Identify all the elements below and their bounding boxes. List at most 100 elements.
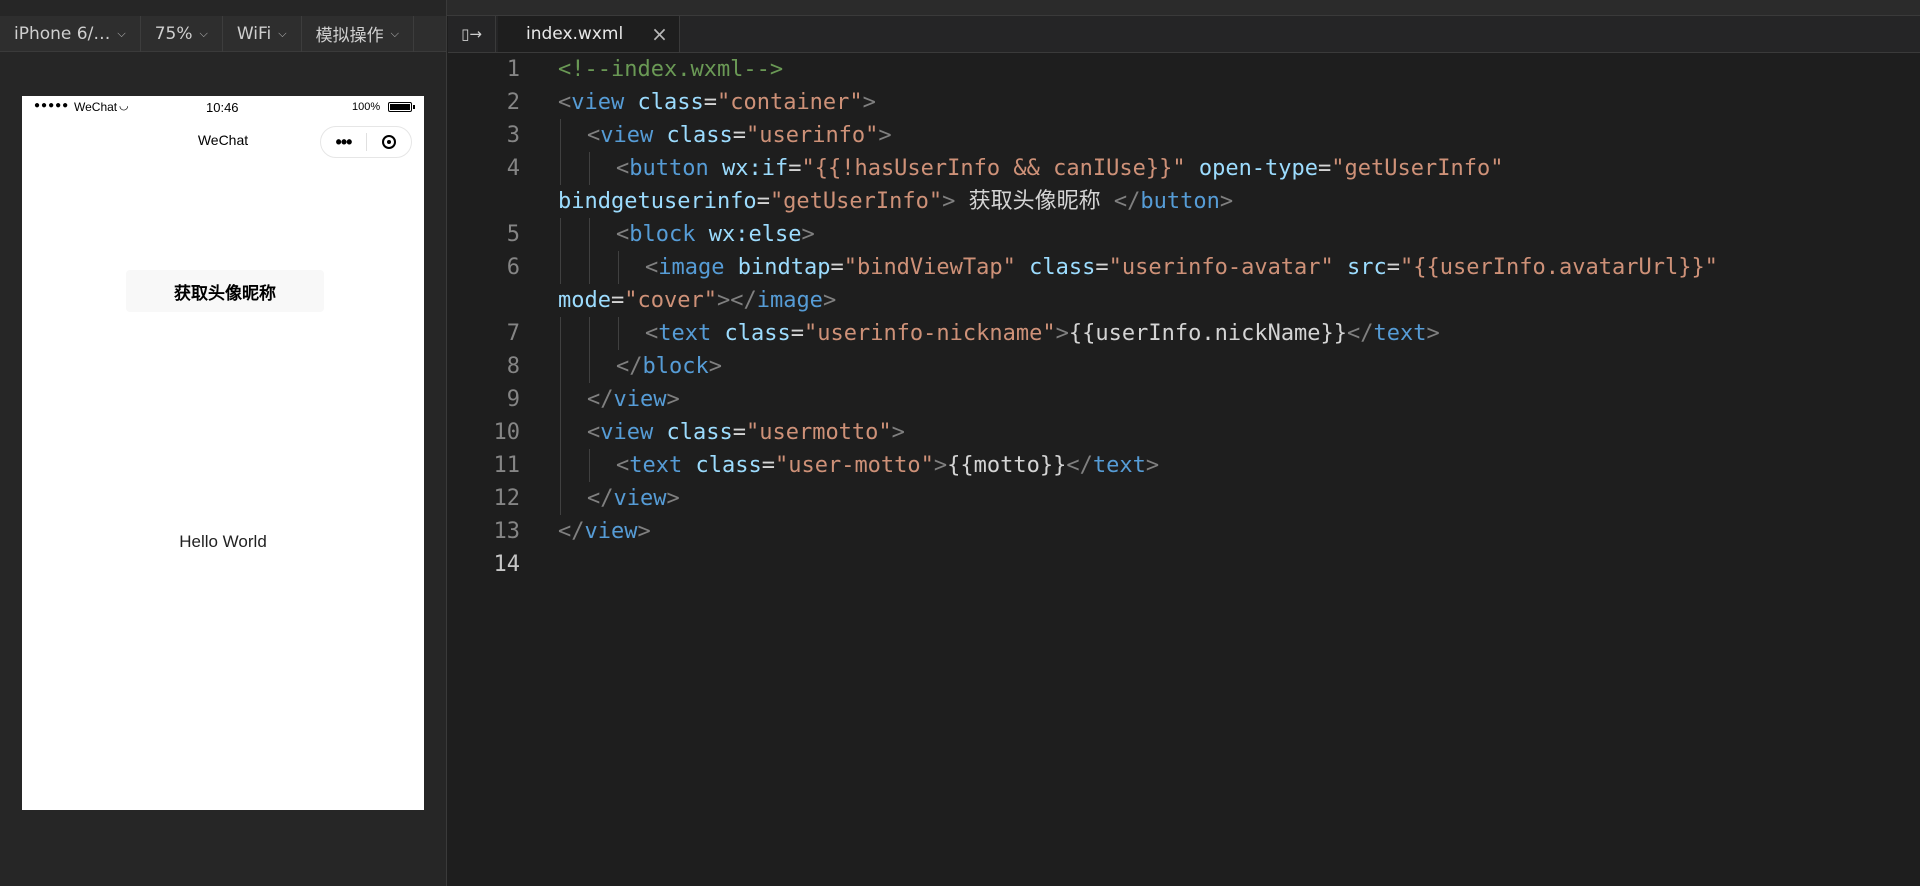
string-token: "getUserInfo" <box>1331 156 1504 181</box>
phone-nav-bar: WeChat ••• <box>22 118 424 162</box>
tag-token: view <box>571 90 625 115</box>
tag-token: view <box>613 486 667 511</box>
code-line: 4 <button wx:if="{{!hasUserInfo && canIU… <box>448 152 1920 185</box>
code-text: <view class="usermotto"> <box>587 420 905 445</box>
line-number: 8 <box>506 354 520 379</box>
code-text: <view class="container"> <box>558 90 876 115</box>
code-text: </view> <box>587 387 680 412</box>
tag-token: text <box>629 453 683 478</box>
device-select[interactable]: iPhone 6/… ⌵ <box>0 15 141 52</box>
code-line: 6 <image bindtap="bindViewTap" class="us… <box>448 251 1920 284</box>
attr-token: mode <box>558 288 611 313</box>
tag-token: block <box>629 222 696 247</box>
code-line: 11 <text class="user-motto">{{motto}}</t… <box>448 449 1920 482</box>
attr-token: wx:if <box>721 156 789 181</box>
network-select[interactable]: WiFi ⌵ <box>223 15 302 52</box>
zoom-label: 75% <box>154 23 193 44</box>
string-token: "{{userInfo.avatarUrl}}" <box>1400 255 1718 280</box>
indent-guide <box>560 251 561 284</box>
editor-tab-bar: ▯→ index.wxml × <box>448 16 1920 53</box>
device-label: iPhone 6/… <box>14 23 111 44</box>
attr-token: class <box>637 90 704 115</box>
line-number: 3 <box>506 123 520 148</box>
string-token: "userinfo" <box>745 123 879 148</box>
comment-token: <!--index.wxml--> <box>558 57 784 82</box>
battery-icon <box>388 102 415 112</box>
tab-index-wxml[interactable]: index.wxml × <box>498 16 680 52</box>
tag-token: block <box>642 354 709 379</box>
simulator-panel: iPhone 6/… ⌵ 75% ⌵ WiFi ⌵ 模拟操作 ⌵ ●●●●● W… <box>0 0 447 886</box>
indent-guide <box>589 317 590 350</box>
chevron-down-icon: ⌵ <box>117 26 126 40</box>
code-line-wrap: mode="cover"></image> <box>448 284 1920 317</box>
indent-guide <box>560 218 561 251</box>
attr-token: class <box>666 420 733 445</box>
indent-guide <box>589 218 590 251</box>
tab-label: index.wxml <box>526 24 624 44</box>
code-line: 10 <view class="usermotto"> <box>448 416 1920 449</box>
tag-token: text <box>658 321 712 346</box>
tag-token: button <box>629 156 709 181</box>
tag-token: button <box>1140 189 1220 214</box>
indent-guide <box>560 317 561 350</box>
line-number: 9 <box>506 387 520 412</box>
code-text: </block> <box>616 354 722 379</box>
signal-dots-icon: ●●●●● <box>34 100 70 111</box>
code-text: <button wx:if="{{!hasUserInfo && canIUse… <box>616 156 1504 181</box>
tag-token: image <box>658 255 725 280</box>
line-number: 12 <box>493 486 521 511</box>
string-token: "userinfo-avatar" <box>1108 255 1334 280</box>
code-line: 7 <text class="userinfo-nickname">{{user… <box>448 317 1920 350</box>
simulate-select[interactable]: 模拟操作 ⌵ <box>302 15 414 52</box>
tag-token: image <box>756 288 823 313</box>
indent-guide <box>589 251 590 284</box>
attr-token: class <box>695 453 762 478</box>
text-token: {{motto}} <box>947 453 1067 478</box>
simulator-toolbar: iPhone 6/… ⌵ 75% ⌵ WiFi ⌵ 模拟操作 ⌵ <box>0 15 446 52</box>
chevron-down-icon: ⌵ <box>199 26 208 40</box>
carrier-label: WeChat <box>74 100 118 114</box>
indent-guide <box>589 350 590 383</box>
capsule-menu: ••• <box>320 126 412 158</box>
attr-token: bindgetuserinfo <box>558 189 757 214</box>
chevron-down-icon: ⌵ <box>390 26 399 40</box>
indent-guide <box>589 152 590 185</box>
close-icon[interactable]: × <box>651 24 668 44</box>
line-number: 1 <box>506 57 520 82</box>
code-text: <image bindtap="bindViewTap" class="user… <box>645 255 1718 280</box>
tag-token: view <box>613 387 667 412</box>
line-number: 5 <box>506 222 520 247</box>
indent-guide <box>618 251 619 284</box>
code-line-wrap: bindgetuserinfo="getUserInfo"> 获取头像昵称 </… <box>448 185 1920 218</box>
string-token: "user-motto" <box>774 453 934 478</box>
get-userinfo-button[interactable]: 获取头像昵称 <box>126 270 324 312</box>
phone-screen: ●●●●● WeChat ◡ 10:46 100% WeChat ••• 获取头… <box>22 96 424 810</box>
code-line: 3 <view class="userinfo"> <box>448 119 1920 152</box>
code-line: 12 </view> <box>448 482 1920 515</box>
indent-guide <box>560 152 561 185</box>
code-text: <block wx:else> <box>616 222 815 247</box>
code-text: <!--index.wxml--> <box>558 53 783 86</box>
line-number: 6 <box>506 255 520 280</box>
network-label: WiFi <box>236 23 272 44</box>
zoom-select[interactable]: 75% ⌵ <box>141 15 223 52</box>
string-token: "container" <box>716 90 863 115</box>
code-line: 1 <!--index.wxml--> <box>448 53 1920 86</box>
attr-token: src <box>1347 255 1387 280</box>
motto-text: Hello World <box>179 532 267 551</box>
simulate-label: 模拟操作 <box>315 26 384 46</box>
indent-guide <box>589 449 590 482</box>
code-line: 8 </block> <box>448 350 1920 383</box>
code-text: bindgetuserinfo="getUserInfo"> 获取头像昵称 </… <box>558 189 1234 214</box>
battery-percent: 100% <box>352 101 381 113</box>
indent-guide <box>560 449 561 482</box>
close-miniprogram-icon[interactable] <box>367 135 411 149</box>
attr-token: class <box>666 123 733 148</box>
more-icon[interactable]: ••• <box>321 133 366 151</box>
code-editor[interactable]: 1 <!--index.wxml--> 2 <view class="conta… <box>448 53 1920 886</box>
indent-guide <box>560 383 561 416</box>
code-line: 2 <view class="container"> <box>448 86 1920 119</box>
code-text: </view> <box>558 519 651 544</box>
split-pane-icon[interactable]: ▯→ <box>448 16 496 52</box>
text-token: 获取头像昵称 <box>955 189 1114 214</box>
